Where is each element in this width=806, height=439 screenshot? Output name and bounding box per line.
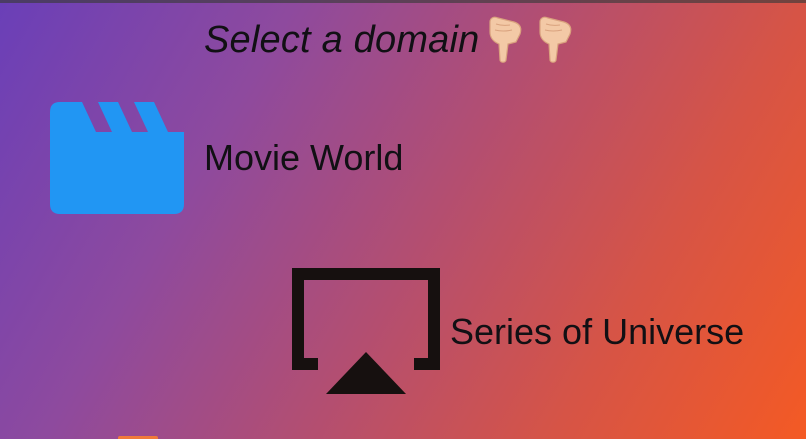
clapperboard-icon [50,102,184,214]
top-edge-line [0,0,806,3]
airplay-icon [292,268,440,394]
pointer-emojis [484,16,574,64]
pointing-down-hand-icon [534,16,574,64]
domain-label-movie-world: Movie World [204,137,404,178]
header: Select a domain [204,14,574,66]
pointing-down-hand-icon [484,16,524,64]
domain-option-movie-world[interactable]: Movie World [50,102,403,214]
domain-selection-screen: Select a domain Movie World Series of Un… [0,0,806,439]
domain-option-series-of-universe[interactable]: Series of Universe [290,266,744,398]
page-title: Select a domain [204,19,480,61]
domain-label-series-of-universe: Series of Universe [450,311,745,352]
